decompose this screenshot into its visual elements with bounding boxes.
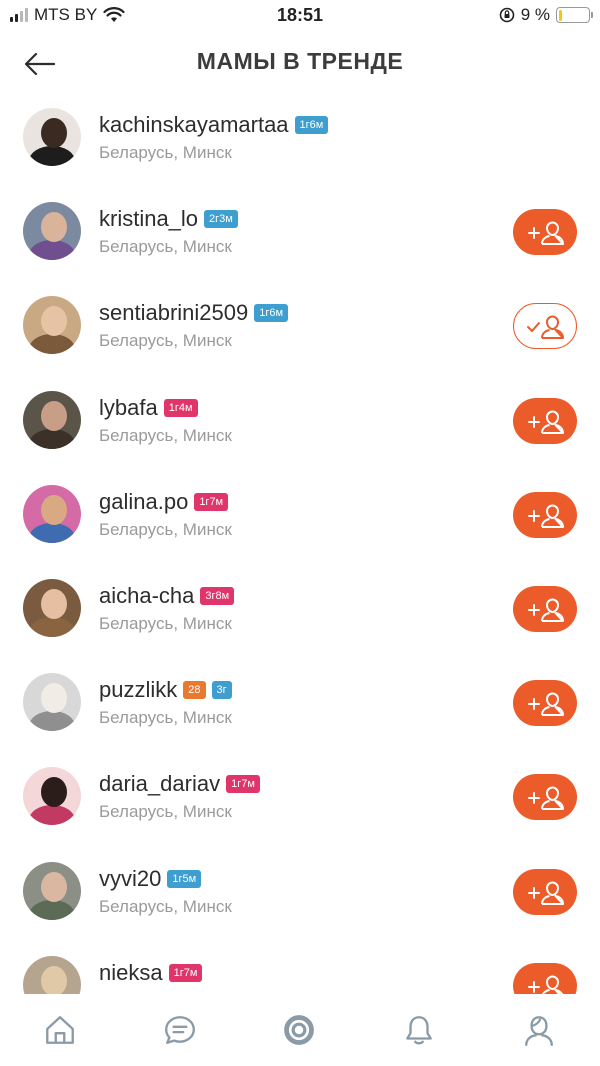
tab-chat[interactable]: [160, 1010, 200, 1050]
child-age-badge: 28: [183, 681, 206, 700]
name-line: galina.po 1г7м: [99, 489, 229, 515]
battery-icon: [556, 7, 593, 23]
user-plus-icon: [528, 410, 564, 434]
user-row[interactable]: vyvi20 1г5м Беларусь, Минск: [0, 846, 600, 940]
user-row[interactable]: lybafa 1г4м Беларусь, Минск: [0, 375, 600, 469]
tab-target[interactable]: [279, 1010, 319, 1050]
target-icon: [284, 1015, 314, 1045]
user-location: Беларусь, Минск: [99, 143, 232, 162]
avatar[interactable]: [23, 955, 81, 994]
user-location: Беларусь, Минск: [99, 802, 232, 822]
user-row[interactable]: sentiabrini2509 1г6м Беларусь, Минск: [0, 280, 600, 374]
username[interactable]: aicha-cha: [99, 583, 194, 609]
tab-home[interactable]: [40, 1010, 80, 1050]
follow-button[interactable]: [513, 774, 577, 821]
avatar[interactable]: [23, 578, 81, 637]
user-plus-icon: [528, 786, 564, 811]
user-row[interactable]: puzzlikk 28 3г Беларусь, Минск: [0, 657, 600, 751]
follow-button[interactable]: [513, 209, 577, 256]
user-row[interactable]: kachinskayamartaa 1г6м Беларусь, Минск: [0, 92, 600, 186]
follow-button[interactable]: [513, 585, 577, 632]
user-location: Беларусь, Минск: [99, 991, 232, 994]
child-age-badge: 1г7м: [226, 775, 260, 794]
avatar[interactable]: [23, 484, 81, 543]
user-location: Беларусь, Минск: [99, 896, 232, 916]
rotation-lock-icon: [499, 7, 515, 23]
name-line: nieksa 1г7м: [99, 960, 203, 986]
name-line: lybafa 1г4м: [99, 395, 198, 421]
username[interactable]: kristina_lo: [99, 206, 198, 232]
avatar[interactable]: [23, 673, 81, 732]
battery-level: [558, 9, 562, 21]
user-plus-icon: [528, 504, 564, 528]
home-icon: [46, 1016, 74, 1044]
name-line: kristina_lo 2г3м: [99, 206, 238, 232]
name-line: puzzlikk 28 3г: [99, 677, 232, 703]
child-age-badge: 3г8м: [200, 586, 235, 605]
child-age-badge: 3г: [211, 681, 232, 700]
avatar[interactable]: [23, 108, 81, 166]
user-location: Беларусь, Минск: [99, 613, 232, 633]
child-age-badge: 2г3м: [204, 210, 238, 229]
user-list: kachinskayamartaa 1г6м Беларусь, Минск kris…: [0, 92, 600, 994]
user-row[interactable]: nieksa 1г7м Беларусь, Минск: [0, 940, 600, 994]
child-age-badge: 1г5м: [167, 869, 202, 888]
username[interactable]: sentiabrini2509: [99, 300, 248, 326]
user-plus-icon: [528, 881, 564, 905]
user-row[interactable]: galina.po 1г7м Беларусь, Минск: [0, 469, 600, 563]
profile-icon: [525, 1016, 553, 1047]
avatar[interactable]: [23, 296, 81, 355]
tab-bar: [0, 996, 600, 1066]
username[interactable]: puzzlikk: [99, 677, 177, 703]
unfollow-button[interactable]: [513, 303, 577, 350]
username[interactable]: galina.po: [99, 489, 188, 515]
follow-button[interactable]: [513, 680, 577, 727]
user-row[interactable]: kristina_lo 2г3м Беларусь, Минск: [0, 186, 600, 280]
username[interactable]: lybafa: [99, 395, 158, 421]
follow-button[interactable]: [513, 397, 577, 444]
child-age-badge: 1г6м: [294, 116, 329, 134]
name-line: vyvi20 1г5м: [99, 866, 202, 892]
tab-profile[interactable]: [519, 1010, 559, 1050]
user-location: Беларусь, Минск: [99, 519, 232, 539]
user-plus-icon: [528, 221, 564, 246]
user-check-icon: [527, 315, 564, 340]
user-location: Беларусь, Минск: [99, 708, 232, 728]
user-plus-icon: [528, 975, 564, 994]
header: МАМЫ В ТРЕНДЕ: [0, 34, 600, 92]
avatar[interactable]: [23, 202, 81, 261]
follow-button[interactable]: [513, 868, 577, 915]
user-location: Беларусь, Минск: [99, 237, 232, 257]
avatar[interactable]: [23, 861, 81, 920]
username[interactable]: nieksa: [99, 960, 163, 986]
battery-percent: 9 %: [520, 5, 550, 24]
username[interactable]: daria_dariav: [99, 771, 220, 797]
name-line: aicha-cha 3г8м: [99, 583, 235, 609]
user-row[interactable]: daria_dariav 1г7м Беларусь, Минск: [0, 751, 600, 845]
child-age-badge: 1г7м: [168, 963, 203, 982]
user-row[interactable]: aicha-cha 3г8м Беларусь, Минск: [0, 563, 600, 657]
follow-button[interactable]: [513, 962, 577, 994]
name-line: daria_dariav 1г7м: [99, 771, 260, 797]
follow-button[interactable]: [513, 491, 577, 538]
user-location: Беларусь, Минск: [99, 331, 232, 351]
tab-bell[interactable]: [399, 1010, 439, 1050]
child-age-badge: 1г7м: [194, 492, 229, 511]
child-age-badge: 1г6м: [254, 304, 289, 323]
child-age-badge: 1г4м: [163, 398, 198, 417]
name-line: kachinskayamartaa 1г6м: [99, 112, 329, 138]
avatar[interactable]: [23, 767, 81, 826]
username[interactable]: vyvi20: [99, 866, 161, 892]
bell-icon: [406, 1016, 432, 1045]
status-bar: MTS BY 18:51 9 %: [0, 0, 600, 34]
status-right: 9 %: [499, 5, 593, 25]
user-plus-icon: [528, 692, 564, 717]
name-line: sentiabrini2509 1г6м: [99, 300, 289, 326]
user-plus-icon: [528, 598, 564, 622]
username[interactable]: kachinskayamartaa: [99, 112, 289, 138]
avatar[interactable]: [23, 390, 81, 449]
chat-icon: [165, 1016, 195, 1044]
user-location: Беларусь, Минск: [99, 425, 232, 445]
page-title: МАМЫ В ТРЕНДЕ: [196, 48, 404, 74]
